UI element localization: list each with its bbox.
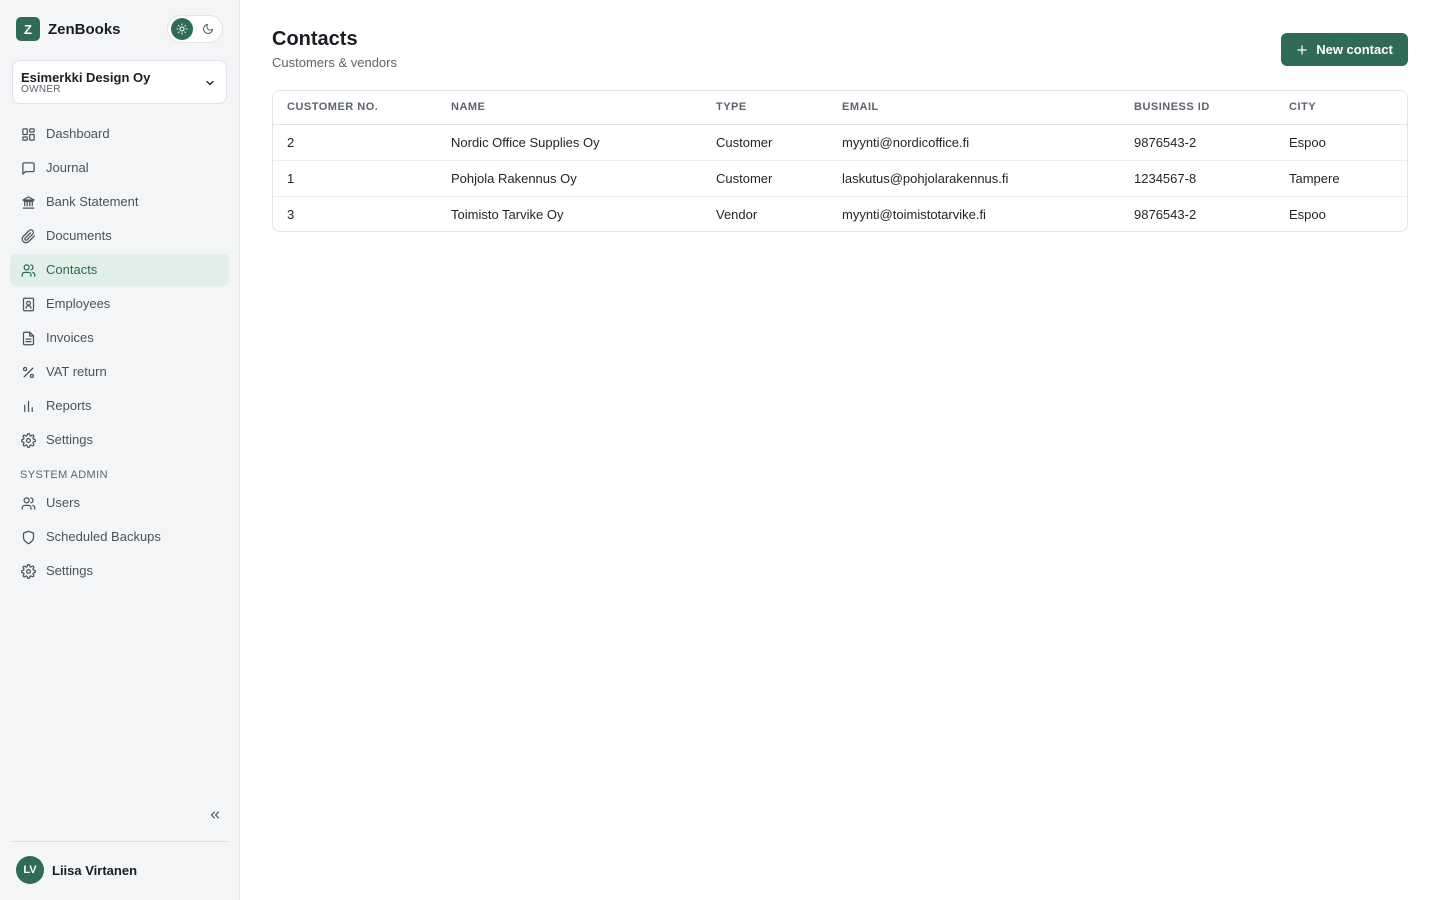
sidebar-item-label: Settings [46, 432, 93, 447]
contacts-table: CUSTOMER NO. NAME TYPE EMAIL BUSINESS ID… [272, 90, 1408, 232]
brand-logo: Z [16, 17, 40, 41]
sidebar-item-label: Contacts [46, 262, 98, 277]
gear-icon [20, 432, 36, 448]
section-label-system-admin: SYSTEM ADMIN [20, 469, 108, 481]
sidebar-item-invoices[interactable]: Invoices [10, 322, 229, 354]
sidebar-item-label: Settings [46, 563, 93, 578]
new-contact-button[interactable]: New contact [1281, 33, 1408, 66]
column-header-customer-no[interactable]: CUSTOMER NO. [273, 91, 451, 125]
shield-icon [20, 529, 36, 545]
sidebar-item-label: Journal [46, 160, 89, 175]
plus-icon [1296, 44, 1308, 56]
sidebar-item-admin-settings[interactable]: Settings [10, 555, 229, 587]
cell-type: Customer [716, 160, 842, 197]
sidebar-item-documents[interactable]: Documents [10, 220, 229, 252]
cell-business-id: 9876543-2 [1134, 124, 1289, 161]
table-row[interactable]: 2 Nordic Office Supplies Oy Customer myy… [273, 124, 1407, 161]
column-header-business-id[interactable]: BUSINESS ID [1134, 91, 1289, 125]
theme-toggle[interactable] [167, 15, 223, 43]
table-row[interactable]: 1 Pohjola Rakennus Oy Customer laskutus@… [273, 160, 1407, 197]
column-header-type[interactable]: TYPE [716, 91, 842, 125]
sidebar-item-label: Bank Statement [46, 194, 139, 209]
sidebar-item-label: Employees [46, 296, 111, 311]
sidebar-item-scheduled-backups[interactable]: Scheduled Backups [10, 521, 229, 553]
avatar: LV [16, 856, 44, 884]
column-header-name[interactable]: NAME [451, 91, 716, 125]
sidebar-item-contacts[interactable]: Contacts [10, 254, 229, 286]
cell-business-id: 9876543-2 [1134, 206, 1197, 222]
user-menu[interactable]: LV Liisa Virtanen [16, 856, 137, 884]
bank-icon [20, 194, 36, 210]
sidebar-item-vat-return[interactable]: VAT return [10, 356, 229, 388]
collapse-sidebar-icon[interactable] [205, 806, 225, 824]
journal-icon [20, 160, 36, 176]
column-header-city[interactable]: CITY [1289, 91, 1407, 125]
sidebar-item-label: Documents [46, 228, 112, 243]
table-header-row: CUSTOMER NO. NAME TYPE EMAIL BUSINESS ID… [273, 91, 1407, 125]
cell-type: Vendor [716, 206, 758, 222]
sidebar-item-label: Reports [46, 398, 92, 413]
brand-name: ZenBooks [48, 20, 121, 38]
invoice-icon [20, 330, 36, 346]
cell-email: myynti@nordicoffice.fi [842, 124, 1134, 161]
new-contact-label: New contact [1316, 42, 1393, 57]
sidebar-item-reports[interactable]: Reports [10, 390, 229, 422]
paperclip-icon [20, 228, 36, 244]
sidebar-item-dashboard[interactable]: Dashboard [10, 118, 229, 150]
brand[interactable]: Z ZenBooks [16, 17, 121, 41]
sun-icon[interactable] [171, 18, 193, 40]
sidebar-divider [10, 841, 229, 842]
cell-city: Tampere [1289, 160, 1407, 197]
cell-city: Espoo [1289, 124, 1407, 161]
bar-chart-icon [20, 398, 36, 414]
cell-email: myynti@toimistotarvike.fi [842, 206, 986, 222]
cell-customer-no: 3 [287, 206, 295, 222]
cell-name: Pohjola Rakennus Oy [451, 160, 716, 197]
sidebar: Z ZenBooks Esimerkki Design Oy OWNER Das… [0, 0, 240, 900]
cell-name: Nordic Office Supplies Oy [451, 124, 716, 161]
users-icon [20, 495, 36, 511]
contacts-icon [20, 262, 36, 278]
table-row[interactable]: 3 Toimisto Tarvike Oy Vendor myynti@toim… [273, 196, 1407, 231]
cell-customer-no: 2 [273, 124, 451, 161]
employee-badge-icon [20, 296, 36, 312]
sidebar-item-label: Dashboard [46, 126, 110, 141]
moon-icon[interactable] [197, 18, 219, 40]
column-header-email[interactable]: EMAIL [842, 91, 1134, 125]
org-role: OWNER [21, 84, 61, 95]
sidebar-item-users[interactable]: Users [10, 487, 229, 519]
sidebar-item-label: Scheduled Backups [46, 529, 161, 544]
cell-city: Espoo [1289, 206, 1326, 222]
page-title: Contacts [272, 28, 358, 50]
page-subtitle: Customers & vendors [272, 55, 397, 70]
sidebar-item-bank-statement[interactable]: Bank Statement [10, 186, 229, 218]
cell-email: laskutus@pohjolarakennus.fi [842, 160, 1134, 197]
org-name: Esimerkki Design Oy [21, 70, 151, 85]
org-switcher[interactable]: Esimerkki Design Oy OWNER [12, 60, 227, 104]
percent-icon [20, 364, 36, 380]
sidebar-item-label: VAT return [46, 364, 107, 379]
sidebar-item-label: Invoices [46, 330, 94, 345]
cell-business-id: 1234567-8 [1134, 160, 1289, 197]
sidebar-item-employees[interactable]: Employees [10, 288, 229, 320]
dashboard-icon [20, 126, 36, 142]
sidebar-item-label: Users [46, 495, 80, 510]
chevron-down-icon [204, 76, 216, 94]
cell-type: Customer [716, 124, 842, 161]
sidebar-item-journal[interactable]: Journal [10, 152, 229, 184]
cell-customer-no: 1 [273, 160, 451, 197]
gear-icon [20, 563, 36, 579]
user-name: Liisa Virtanen [52, 862, 138, 878]
sidebar-item-settings[interactable]: Settings [10, 424, 229, 456]
cell-name: Toimisto Tarvike Oy [451, 206, 564, 222]
